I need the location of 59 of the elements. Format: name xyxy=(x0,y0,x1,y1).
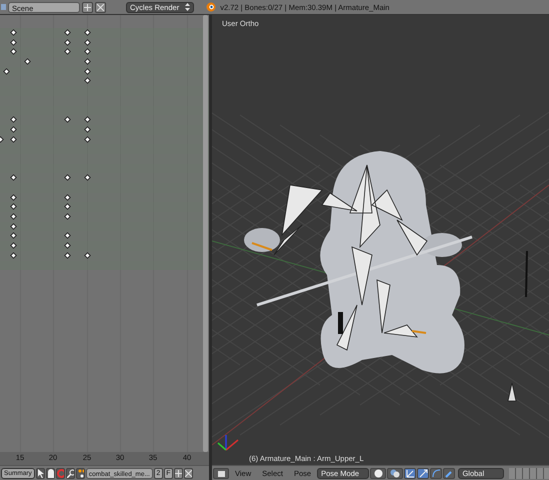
keyframe-marker[interactable] xyxy=(10,174,18,182)
shading-dropdown[interactable] xyxy=(370,468,386,478)
add-scene-button[interactable] xyxy=(82,2,93,12)
keyframe-marker[interactable] xyxy=(64,203,72,210)
unlink-action-button[interactable] xyxy=(184,468,193,478)
keyframe-marker[interactable] xyxy=(64,242,72,250)
cursor-icon[interactable] xyxy=(36,468,45,478)
manipulator-toggle-icon[interactable] xyxy=(404,468,416,478)
updown-arrows-icon xyxy=(185,3,190,11)
keyframe-marker[interactable] xyxy=(84,136,92,143)
keyframe-marker[interactable] xyxy=(10,213,18,220)
add-action-button[interactable] xyxy=(174,468,183,478)
keyframe-marker[interactable] xyxy=(84,38,92,46)
keyframe-marker[interactable] xyxy=(10,28,18,36)
keyframe-marker[interactable] xyxy=(2,68,10,75)
keyframe-marker[interactable] xyxy=(64,194,72,201)
keyframe-marker[interactable] xyxy=(84,77,92,84)
keyframe-marker[interactable] xyxy=(84,48,92,56)
keyframe-marker[interactable] xyxy=(64,213,72,220)
keyframe-marker[interactable] xyxy=(10,116,18,124)
keyframe-marker[interactable] xyxy=(84,58,92,66)
keyframe-marker[interactable] xyxy=(10,126,18,133)
keyframe-marker[interactable] xyxy=(10,242,18,250)
keyframe-marker[interactable] xyxy=(84,68,92,75)
logo-icon xyxy=(206,2,216,12)
scale-icon[interactable] xyxy=(443,468,456,478)
keyframe-marker[interactable] xyxy=(10,136,18,143)
keyframe-marker[interactable] xyxy=(64,252,72,259)
keyframe-marker[interactable] xyxy=(84,252,92,259)
armature-model-drawing[interactable] xyxy=(244,151,472,374)
ghost-icon[interactable] xyxy=(46,468,55,478)
rotate-icon[interactable] xyxy=(430,468,442,478)
translate-icon[interactable] xyxy=(417,468,430,478)
keyframe-marker[interactable] xyxy=(10,38,18,46)
keyframe-marker[interactable] xyxy=(84,116,92,124)
keyframe-marker[interactable] xyxy=(64,174,72,182)
keyframe-marker[interactable] xyxy=(84,126,92,133)
delete-scene-button[interactable] xyxy=(95,2,106,12)
scrollbar[interactable] xyxy=(203,15,208,452)
action-icon[interactable] xyxy=(76,468,85,478)
keyframe-marker[interactable] xyxy=(84,28,92,36)
pivot-dropdown[interactable] xyxy=(387,468,404,478)
keyframe-marker[interactable] xyxy=(10,48,18,56)
keyframe-marker[interactable] xyxy=(64,38,72,46)
cone-object-drawing[interactable] xyxy=(508,382,516,402)
keyframe-marker[interactable] xyxy=(64,28,72,36)
keyframe-marker[interactable] xyxy=(64,48,72,56)
keyframe-marker[interactable] xyxy=(24,58,32,66)
axis-gizmo-icon xyxy=(218,435,238,451)
keyframe-marker[interactable] xyxy=(64,232,72,240)
keyframe-marker[interactable] xyxy=(10,194,18,201)
search-icon[interactable] xyxy=(66,468,75,478)
keyframe-marker[interactable] xyxy=(10,203,18,210)
keyframe-marker[interactable] xyxy=(10,252,18,259)
viewport-type-icon[interactable] xyxy=(213,468,229,478)
keyframe-marker[interactable] xyxy=(10,222,18,230)
keyframe-marker[interactable] xyxy=(64,116,72,124)
keyframe-marker[interactable] xyxy=(84,174,92,182)
keyframe-marker[interactable] xyxy=(10,232,18,240)
